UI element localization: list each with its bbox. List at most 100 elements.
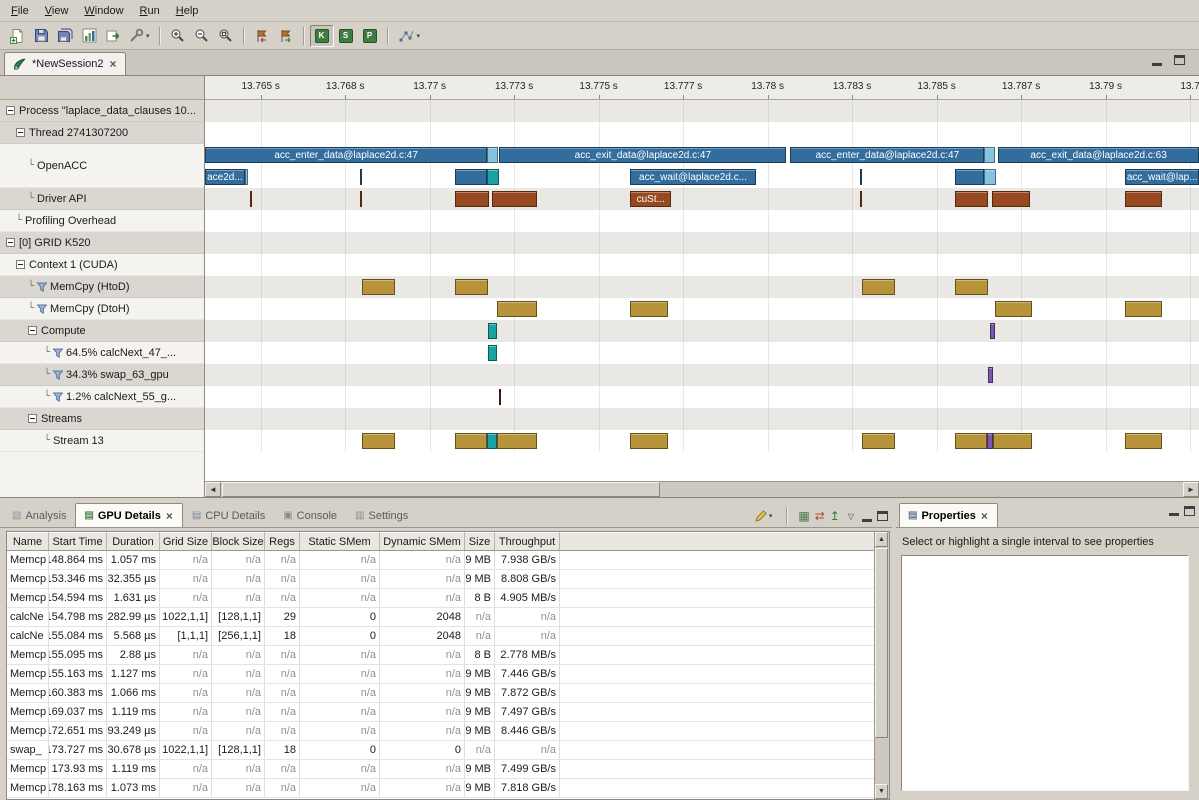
timeline-interval[interactable] (955, 279, 988, 295)
timeline-interval[interactable] (488, 323, 497, 339)
tab-settings[interactable]: ▥ Settings (346, 503, 417, 527)
timeline-interval[interactable] (862, 279, 895, 295)
tree-item-compute[interactable]: Compute (0, 320, 204, 342)
timeline-interval[interactable] (1125, 301, 1162, 317)
timeline-interval[interactable] (992, 191, 1030, 207)
timeline-interval[interactable] (362, 433, 395, 449)
session-tab-close-icon[interactable]: × (109, 58, 118, 70)
timeline-interval[interactable] (250, 191, 252, 207)
timeline-interval[interactable]: acc_enter_data@laplace2d.c:47 (205, 147, 487, 163)
timeline-interval[interactable] (455, 433, 487, 449)
prev-marker-button[interactable] (250, 25, 274, 47)
table-row[interactable]: swap_173.727 ms30.678 µs1022,1,1][128,1,… (7, 741, 874, 760)
timeline-interval[interactable] (487, 147, 498, 163)
highlight-dropdown-button[interactable]: ▾ (750, 505, 777, 527)
table-row[interactable]: Memcp178.163 ms1.073 msn/an/an/an/an/a9 … (7, 779, 874, 798)
tab-gpu-details[interactable]: ▤ GPU Details × (75, 503, 182, 527)
column-header-grid-size[interactable]: Grid Size (160, 532, 212, 550)
hscroll-thumb[interactable] (222, 482, 660, 497)
timeline-interval[interactable] (988, 367, 993, 383)
table-row[interactable]: Memcp148.864 ms1.057 msn/an/an/an/an/a9 … (7, 551, 874, 570)
timeline-interval[interactable] (360, 191, 362, 207)
table-row[interactable]: Memcp154.594 ms1.631 µsn/an/an/an/an/a8 … (7, 589, 874, 608)
timeline-interval[interactable]: acc_exit_data@laplace2d.c:47 (499, 147, 786, 163)
timeline-interval[interactable] (860, 169, 862, 185)
timeline-interval[interactable] (360, 169, 362, 185)
table-row[interactable]: Memcp160.383 ms1.066 msn/an/an/an/an/a9 … (7, 684, 874, 703)
timeline-interval[interactable] (860, 191, 862, 207)
toggle-process-view-button[interactable]: P (358, 25, 382, 47)
timeline-interval[interactable] (455, 279, 488, 295)
tab-cpu-details[interactable]: ▤ CPU Details (183, 503, 274, 527)
tree-item-driver-api[interactable]: └Driver API (0, 188, 204, 210)
timeline-interval[interactable] (455, 191, 489, 207)
zoom-fit-button[interactable] (214, 25, 238, 47)
profile-chart-button[interactable] (77, 25, 101, 47)
timeline-interval[interactable] (1125, 433, 1162, 449)
column-header-regs[interactable]: Regs (265, 532, 300, 550)
table-row[interactable]: calcNe154.798 ms282.99 µs1022,1,1][128,1… (7, 608, 874, 627)
properties-minimize-icon[interactable] (1169, 513, 1179, 516)
new-session-button[interactable] (5, 25, 29, 47)
timeline-interval[interactable] (492, 191, 537, 207)
scroll-up-icon[interactable]: ▲ (875, 532, 888, 547)
properties-maximize-icon[interactable] (1184, 506, 1195, 516)
tree-collapse-icon[interactable] (16, 260, 25, 269)
table-row[interactable]: Memcp155.095 ms2.88 µsn/an/an/an/an/a8 B… (7, 646, 874, 665)
tree-item-kernel-calcnext-55[interactable]: └1.2% calcNext_55_g... (0, 386, 204, 408)
menu-file[interactable]: File (3, 2, 37, 20)
timeline-interval[interactable] (630, 301, 668, 317)
timeline-interval[interactable] (984, 147, 995, 163)
column-header-name[interactable]: Name (7, 532, 49, 550)
timeline-interval[interactable] (995, 301, 1032, 317)
column-header-duration[interactable]: Duration (107, 532, 160, 550)
tree-collapse-icon[interactable] (16, 128, 25, 137)
timeline-interval[interactable] (955, 191, 988, 207)
timeline-interval[interactable] (1125, 191, 1162, 207)
timeline-interval[interactable] (497, 433, 537, 449)
tools-dropdown-button[interactable]: ▾ (125, 25, 154, 47)
details-maximize-icon[interactable] (877, 511, 888, 521)
timeline-interval[interactable] (955, 433, 987, 449)
tree-item-memcpy-htod[interactable]: └MemCpy (HtoD) (0, 276, 204, 298)
export-button[interactable] (101, 25, 125, 47)
column-header-throughput[interactable]: Throughput (495, 532, 560, 550)
table-row[interactable]: Memcp153.346 ms32.355 µsn/an/an/an/an/a9… (7, 570, 874, 589)
timeline-interval[interactable] (862, 433, 895, 449)
tree-item-kernel-calcnext-47[interactable]: └64.5% calcNext_47_... (0, 342, 204, 364)
timeline-interval[interactable]: acc_wait@lap... (1125, 169, 1199, 185)
tree-item-memcpy-dtoh[interactable]: └MemCpy (DtoH) (0, 298, 204, 320)
timeline-interval[interactable] (245, 169, 248, 185)
vscroll-thumb[interactable] (875, 548, 888, 738)
export-table-icon[interactable]: ↥ (830, 510, 840, 522)
zoom-in-button[interactable] (166, 25, 190, 47)
analysis-dropdown-button[interactable]: ▾ (394, 25, 425, 47)
scroll-down-icon[interactable]: ▼ (875, 784, 888, 799)
tree-item-profiling-overhead[interactable]: └Profiling Overhead (0, 210, 204, 232)
table-row[interactable]: calcNe155.084 ms5.568 µs[1,1,1][256,1,1]… (7, 627, 874, 646)
timeline-interval[interactable] (993, 433, 1032, 449)
session-tab[interactable]: *NewSession2 × (4, 52, 126, 75)
scroll-left-icon[interactable]: ◄ (205, 482, 221, 497)
gpu-details-tab-close-icon[interactable]: × (165, 510, 174, 522)
timeline-interval[interactable] (362, 279, 395, 295)
timeline-hscrollbar[interactable]: ◄ ► (205, 481, 1199, 497)
timeline-interval[interactable] (497, 301, 537, 317)
tree-item-streams[interactable]: Streams (0, 408, 204, 430)
tree-item-stream-13[interactable]: └Stream 13 (0, 430, 204, 452)
tree-item-openacc[interactable]: └OpenACC (0, 144, 204, 188)
column-header-size[interactable]: Size (465, 532, 495, 550)
table-row[interactable]: Memcp172.651 ms93.249 µsn/an/an/an/an/a9… (7, 722, 874, 741)
timeline-ruler[interactable]: 13.765 s13.768 s13.77 s13.773 s13.775 s1… (205, 76, 1199, 100)
tree-collapse-icon[interactable] (6, 106, 15, 115)
menu-help[interactable]: Help (168, 2, 207, 20)
menu-view[interactable]: View (37, 2, 77, 20)
next-marker-button[interactable] (274, 25, 298, 47)
menu-window[interactable]: Window (76, 2, 131, 20)
view-menu-icon[interactable]: ▽ (845, 512, 857, 521)
tree-collapse-icon[interactable] (28, 414, 37, 423)
timeline-interval[interactable]: ace2d... (205, 169, 245, 185)
compare-arrows-icon[interactable]: ⇄ (815, 510, 825, 522)
timeline-interval[interactable] (990, 323, 995, 339)
save-button[interactable] (29, 25, 53, 47)
